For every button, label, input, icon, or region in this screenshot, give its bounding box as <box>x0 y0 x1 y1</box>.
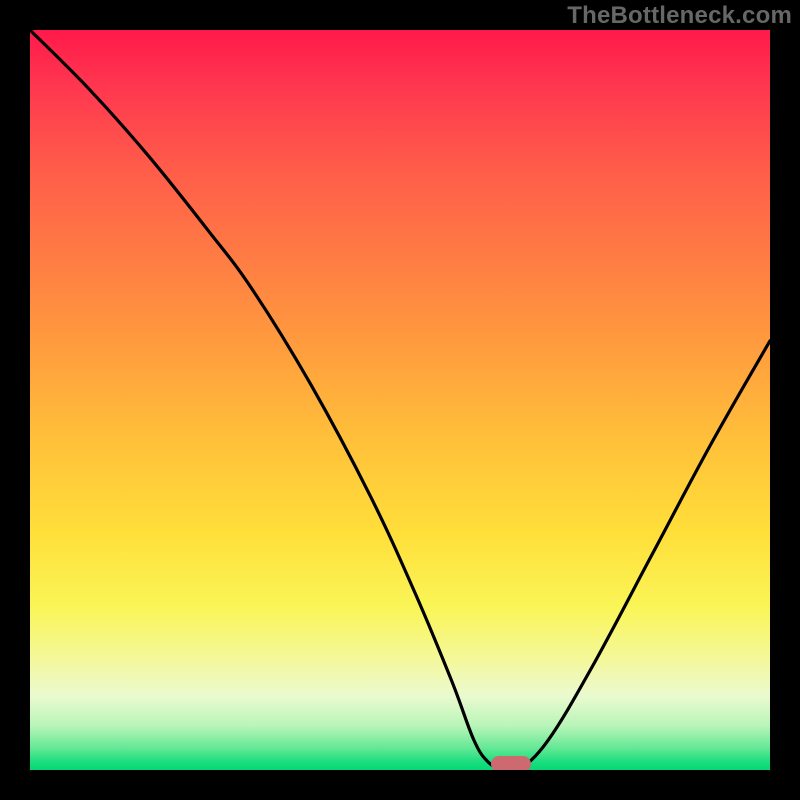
optimum-marker <box>491 756 531 770</box>
plot-area <box>30 30 770 770</box>
chart-frame: TheBottleneck.com <box>0 0 800 800</box>
watermark-text: TheBottleneck.com <box>567 2 792 30</box>
bottleneck-curve <box>30 30 770 770</box>
